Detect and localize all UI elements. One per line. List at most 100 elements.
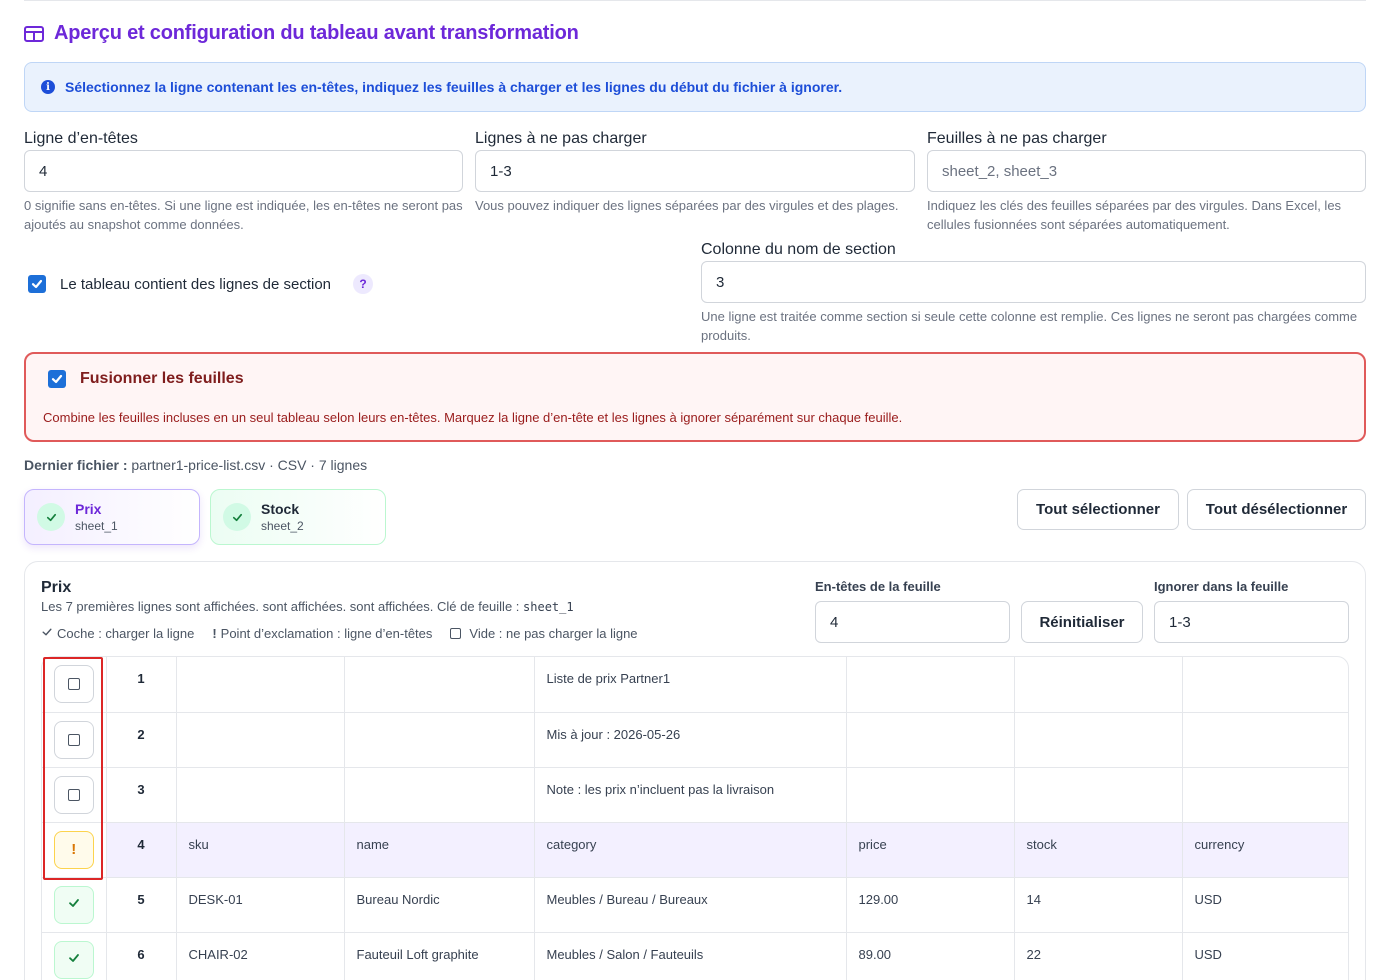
empty-box-icon [450,628,462,639]
merge-sheets-description: Combine les feuilles incluses en un seul… [43,410,903,425]
info-icon: i [41,80,55,94]
table-row: 3 Note : les prix n’incluent pas la livra… [42,767,1348,823]
merge-sheets-toggle[interactable]: Fusionner les feuilles [48,370,244,388]
table-row: 5 DESK-01 Bureau Nordic Meubles / Bureau / … [42,877,1348,933]
panel-subtitle-text: Les 7 premières lignes sont affichées. s… [41,599,520,614]
exclamation-icon: ! [71,841,77,858]
section-rows-toggle[interactable]: Le tableau contient des lignes de sectio… [28,274,374,294]
table-cell: 14 [1014,877,1183,933]
check-icon [67,896,81,913]
row-state-cell [42,657,107,713]
check-icon [31,279,43,289]
table-cell: 22 [1014,932,1183,980]
legend-empty: Vide : ne pas charger la ligne [469,626,638,641]
skip-sheets-label: Feuilles à ne pas charger [927,130,1107,147]
table-cell [846,657,1015,713]
table-cell [1014,767,1183,823]
exclamation-icon: ! [212,626,217,641]
table-cell [846,712,1015,768]
sheet-tab-prix[interactable]: Prix sheet_1 [24,489,200,545]
section-rows-checkbox[interactable] [28,275,46,293]
table-cell: DESK-01 [176,877,345,933]
section-column-field: Colonne du nom de section 3 Une ligne es… [701,241,1366,345]
table-cell [1014,712,1183,768]
reset-button[interactable]: Réinitialiser [1021,601,1143,643]
table-cell [1182,657,1348,713]
table-icon [24,25,44,42]
deselect-all-button[interactable]: Tout désélectionner [1187,489,1366,530]
empty-box-icon [67,733,80,746]
section-column-input[interactable]: 3 [701,261,1366,303]
table-row: 1 Liste de prix Partner1 [42,657,1348,713]
table-cell: USD [1182,877,1348,933]
table-cell [176,657,345,713]
table-cell: Meubles / Salon / Fauteuils [534,932,847,980]
sheet-tab-stock[interactable]: Stock sheet_2 [210,489,386,545]
skip-rows-label: Lignes à ne pas charger [475,130,647,147]
row-load-toggle[interactable] [53,940,94,979]
sheet-ignore-input[interactable]: 1-3 [1154,601,1349,643]
row-number: 6 [106,932,177,980]
row-state-cell [42,712,107,768]
panel-sheet-key: sheet_1 [523,600,574,614]
row-number: 2 [106,712,177,768]
table-row: 6 CHAIR-02 Fauteuil Loft graphite Meubles /… [42,932,1348,980]
skip-sheets-input[interactable]: sheet_2, sheet_3 [927,150,1366,192]
page-title: Aperçu et configuration du tableau avant… [24,22,579,45]
sheet-headers-input[interactable]: 4 [815,601,1010,643]
table-row: ! 4 sku name category price stock currency [42,822,1348,878]
section-rows-label: Le tableau contient des lignes de sectio… [60,275,332,293]
merge-sheets-checkbox[interactable] [48,370,66,388]
sheet-panel: Prix Les 7 premières lignes sont affiché… [24,561,1366,980]
select-all-button[interactable]: Tout sélectionner [1017,489,1179,530]
row-number: 1 [106,657,177,713]
header-row-input[interactable]: 4 [24,150,463,192]
row-number: 4 [106,822,177,878]
row-number: 5 [106,877,177,933]
header-row-help: 0 signifie sans en-têtes. Si une ligne e… [24,198,463,232]
sheet-tab-key: sheet_1 [75,519,118,533]
row-header-toggle[interactable]: ! [53,830,94,869]
table-cell: price [846,822,1015,878]
table-cell: name [344,822,535,878]
row-skip-toggle[interactable] [53,775,94,814]
info-text: Sélectionnez la ligne contenant les en-t… [65,79,843,95]
row-state-legend: Coche : charger la ligne ! Point d’excla… [41,626,638,641]
table-cell: USD [1182,932,1348,980]
table-cell [176,712,345,768]
table-cell: Meubles / Bureau / Bureaux [534,877,847,933]
top-divider [24,0,1366,1]
row-skip-toggle[interactable] [53,720,94,759]
table-row: 2 Mis à jour : 2026-05-26 [42,712,1348,768]
row-skip-toggle[interactable] [53,665,94,704]
skip-sheets-help: Indiquez les clés des feuilles séparées … [927,198,1342,232]
table-cell: stock [1014,822,1183,878]
row-load-toggle[interactable] [53,885,94,924]
merge-sheets-box: Fusionner les feuilles Combine les feuil… [24,352,1366,442]
row-state-cell [42,877,107,933]
panel-subtitle: Les 7 premières lignes sont affichées. s… [41,599,574,614]
check-circle-icon [223,503,251,531]
skip-sheets-field: Feuilles à ne pas charger sheet_2, sheet… [927,130,1366,234]
table-cell: 89.00 [846,932,1015,980]
header-row-label: Ligne d’en-têtes [24,130,138,147]
check-circle-icon [37,503,65,531]
sheet-ignore-label: Ignorer dans la feuille [1154,579,1289,594]
help-icon[interactable]: ? [353,274,374,294]
table-cell [846,767,1015,823]
row-number: 3 [106,767,177,823]
legend-check: Coche : charger la ligne [57,626,195,641]
table-cell: Mis à jour : 2026-05-26 [534,712,847,768]
page-title-text: Aperçu et configuration du tableau avant… [54,22,579,44]
table-cell: Bureau Nordic [344,877,535,933]
table-cell: category [534,822,847,878]
skip-rows-input[interactable]: 1-3 [475,150,915,192]
table-cell: Note : les prix n’incluent pas la livrai… [534,767,847,823]
skip-rows-field: Lignes à ne pas charger 1-3 Vous pouvez … [475,130,915,215]
check-icon [41,626,53,641]
last-file-label: Dernier fichier : [24,457,128,473]
header-row-field: Ligne d’en-têtes 4 0 signifie sans en-tê… [24,130,463,234]
table-cell [344,657,535,713]
skip-rows-help: Vous pouvez indiquer des lignes séparées… [475,198,899,213]
table-cell [1182,712,1348,768]
